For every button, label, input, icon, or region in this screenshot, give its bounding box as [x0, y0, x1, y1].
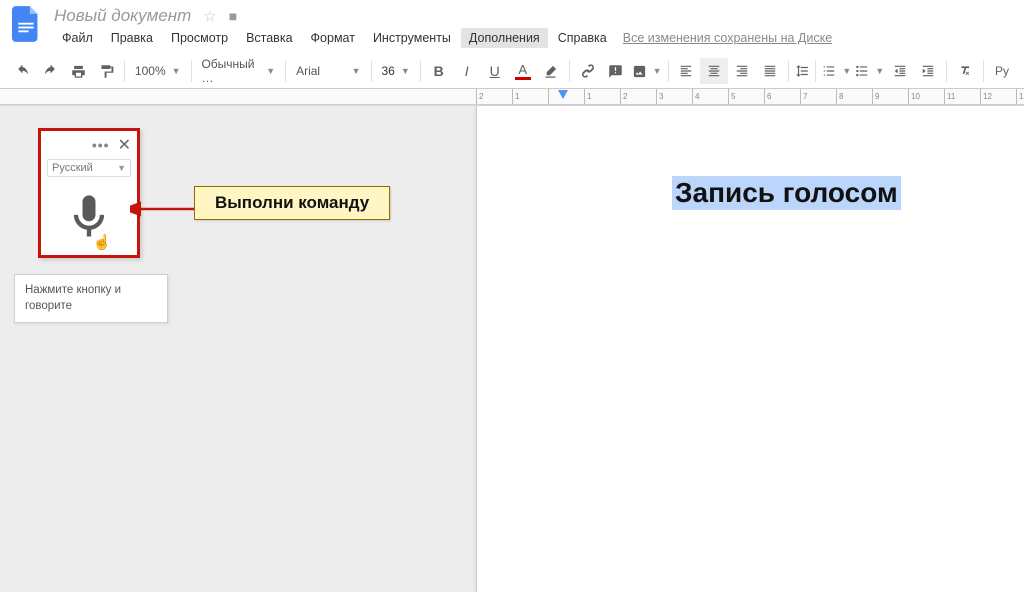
voice-tooltip: Нажмите кнопку и говорите — [14, 274, 168, 323]
document-title[interactable]: Новый документ — [54, 6, 191, 26]
ruler-indent-marker[interactable] — [558, 90, 568, 99]
voice-typing-panel[interactable]: ••• ✕ Русский ▼ ☝ — [38, 128, 140, 258]
highlight-button[interactable] — [537, 58, 565, 84]
ruler-tick: 10 — [908, 89, 920, 104]
ruler-tick: 4 — [692, 89, 699, 104]
chevron-down-icon: ▼ — [266, 66, 275, 76]
menu-tools[interactable]: Инструменты — [365, 28, 459, 48]
bold-button[interactable]: B — [425, 58, 453, 84]
undo-button[interactable] — [8, 58, 36, 84]
paint-format-button[interactable] — [92, 58, 120, 84]
menu-insert[interactable]: Вставка — [238, 28, 300, 48]
chevron-down-icon: ▼ — [875, 66, 884, 76]
text-color-button[interactable]: A — [509, 58, 537, 84]
annotation-callout: Выполни команду — [194, 186, 390, 220]
ruler-tick: 7 — [800, 89, 807, 104]
ruler-tick: 1 — [584, 89, 591, 104]
ruler-tick: 13 — [1016, 89, 1024, 104]
insert-link-button[interactable] — [574, 58, 602, 84]
ruler-tick — [548, 89, 551, 104]
ruler-tick: 3 — [656, 89, 663, 104]
clear-formatting-button[interactable] — [951, 58, 979, 84]
ruler-tick: 2 — [476, 89, 483, 104]
underline-button[interactable]: U — [481, 58, 509, 84]
document-page[interactable]: Запись голосом — [476, 106, 1024, 592]
menu-edit[interactable]: Правка — [103, 28, 161, 48]
redo-button[interactable] — [36, 58, 64, 84]
voice-language-value: Русский — [52, 162, 93, 174]
align-justify-button[interactable] — [756, 58, 784, 84]
chevron-down-icon: ▼ — [172, 66, 181, 76]
star-icon[interactable]: ☆ — [203, 7, 216, 25]
align-center-button[interactable] — [700, 58, 728, 84]
page-selected-text[interactable]: Запись голосом — [672, 176, 901, 210]
line-spacing-button[interactable] — [793, 58, 811, 84]
font-size-value: 36 — [382, 64, 395, 78]
chevron-down-icon: ▼ — [352, 66, 361, 76]
close-icon[interactable]: ✕ — [118, 135, 131, 155]
voice-language-dropdown[interactable]: Русский ▼ — [47, 159, 131, 177]
insert-comment-button[interactable] — [602, 58, 630, 84]
paragraph-style-value: Обычный … — [201, 57, 260, 85]
zoom-value: 100% — [135, 64, 166, 78]
zoom-dropdown[interactable]: 100% ▼ — [129, 58, 187, 84]
ruler[interactable]: 21123456789101112131 — [0, 89, 1024, 105]
print-button[interactable] — [64, 58, 92, 84]
more-options-icon[interactable]: ••• — [92, 137, 110, 153]
bulleted-list-button[interactable]: ▼ — [853, 58, 886, 84]
font-value: Arial — [296, 64, 320, 78]
align-left-button[interactable] — [672, 58, 700, 84]
chevron-down-icon: ▼ — [653, 66, 662, 76]
align-right-button[interactable] — [728, 58, 756, 84]
docs-logo[interactable] — [8, 6, 44, 42]
chevron-down-icon: ▼ — [401, 66, 410, 76]
chevron-down-icon: ▼ — [842, 66, 851, 76]
italic-button[interactable]: I — [453, 58, 481, 84]
ruler-tick: 12 — [980, 89, 992, 104]
ruler-tick: 1 — [512, 89, 519, 104]
menu-format[interactable]: Формат — [303, 28, 363, 48]
menu-file[interactable]: Файл — [54, 28, 101, 48]
toolbar: 100%▼ Обычный …▼ Arial▼ 36▼ B I U A ▼ ▼ … — [0, 54, 1024, 89]
font-dropdown[interactable]: Arial ▼ — [290, 58, 366, 84]
increase-indent-button[interactable] — [914, 58, 942, 84]
folder-icon[interactable]: ■ — [229, 8, 237, 24]
ruler-tick: 6 — [764, 89, 771, 104]
save-status[interactable]: Все изменения сохранены на Диске — [623, 31, 832, 45]
ruler-tick: 8 — [836, 89, 843, 104]
menu-addons[interactable]: Дополнения — [461, 28, 548, 48]
menu-view[interactable]: Просмотр — [163, 28, 236, 48]
menu-help[interactable]: Справка — [550, 28, 615, 48]
microphone-button[interactable]: ☝ — [41, 183, 137, 255]
decrease-indent-button[interactable] — [886, 58, 914, 84]
microphone-icon — [63, 191, 115, 243]
ruler-tick: 11 — [944, 89, 955, 104]
spellcheck-mode[interactable]: Ру — [988, 58, 1016, 84]
insert-image-button[interactable]: ▼ — [630, 58, 664, 84]
paragraph-style-dropdown[interactable]: Обычный … ▼ — [195, 58, 281, 84]
chevron-down-icon: ▼ — [117, 163, 126, 173]
numbered-list-button[interactable]: ▼ — [820, 58, 853, 84]
ruler-tick: 9 — [872, 89, 879, 104]
ruler-tick: 2 — [620, 89, 627, 104]
font-size-dropdown[interactable]: 36 ▼ — [376, 58, 416, 84]
ruler-tick: 5 — [728, 89, 735, 104]
